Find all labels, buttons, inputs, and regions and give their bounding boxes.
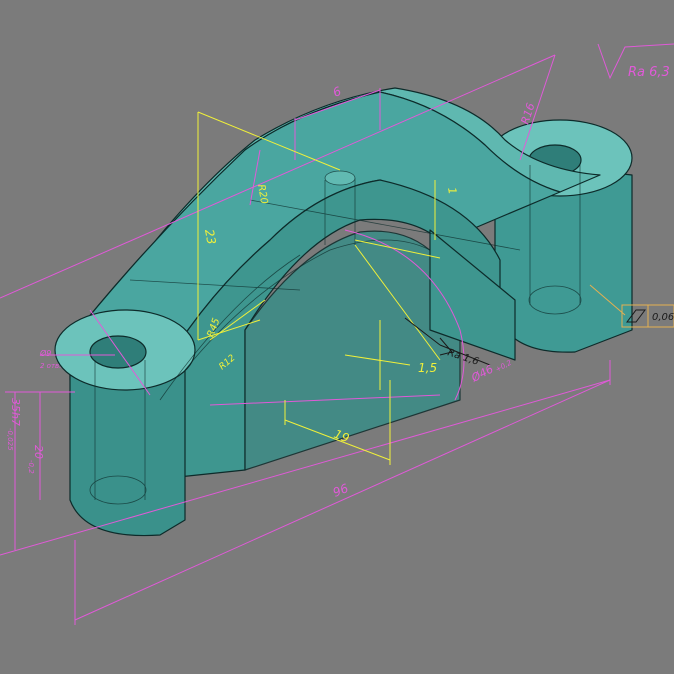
cad-viewport[interactable]: Ra 6,3 6 R16 R20 23 1 R45 R12 1,5 Ra 1,6…: [0, 0, 674, 674]
dim-hole-depth: 2 отв.: [40, 362, 61, 370]
roughness-label: Ra 6,3: [628, 65, 670, 80]
dim-35: 35h7: [9, 398, 22, 426]
flatness-value: 0,06: [652, 312, 674, 323]
dim-hole-dia: Ø9: [39, 348, 51, 358]
dim-35-tol: -0,025: [6, 428, 14, 451]
dim-20-tol: -0,2: [27, 460, 35, 474]
part-drawing[interactable]: Ra 6,3 6 R16 R20 23 1 R45 R12 1,5 Ra 1,6…: [0, 0, 674, 674]
dim-23: 23: [202, 228, 218, 245]
dim-15: 1,5: [418, 361, 437, 375]
dim-20: 20: [32, 445, 45, 459]
clamp-body[interactable]: [54, 87, 633, 537]
dim-dia46-tol: +0,2: [494, 358, 513, 373]
dim-96: 96: [331, 481, 351, 500]
dim-6: 6: [331, 84, 344, 100]
